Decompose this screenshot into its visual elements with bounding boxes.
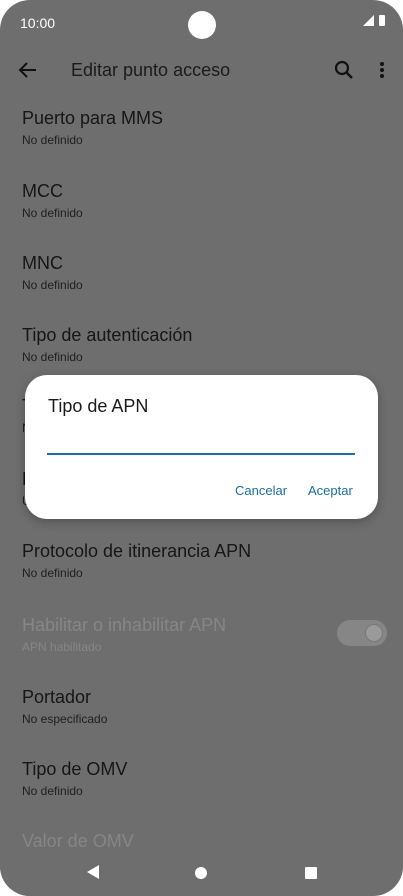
list-item-title: MNC bbox=[22, 253, 63, 273]
apn-type-dialog: Tipo de APN Cancelar Aceptar bbox=[25, 375, 378, 519]
battery-icon bbox=[379, 15, 385, 26]
list-item-mms-port[interactable]: Puerto para MMS No definido bbox=[22, 108, 381, 168]
app-bar: Editar punto acceso bbox=[0, 48, 403, 94]
list-item-enable-apn: Habilitar o inhabilitar APN APN habilita… bbox=[22, 615, 381, 675]
navigation-bar bbox=[0, 852, 403, 896]
signal-icon bbox=[363, 15, 374, 26]
phone-screen: 10:00 Editar punto acceso Puerto para MM… bbox=[0, 0, 403, 896]
list-item-subtitle: No definido bbox=[22, 350, 83, 364]
status-time: 10:00 bbox=[20, 15, 56, 31]
list-item-mvno-type[interactable]: Tipo de OMV No definido bbox=[22, 759, 381, 819]
list-item-title: Valor de OMV bbox=[22, 831, 134, 851]
nav-back-icon[interactable] bbox=[85, 864, 101, 880]
list-item-mcc[interactable]: MCC No definido bbox=[22, 181, 381, 241]
toggle-knob bbox=[365, 624, 383, 642]
more-options-icon[interactable] bbox=[372, 58, 392, 82]
nav-recents-icon[interactable] bbox=[305, 867, 317, 879]
list-item-title: MCC bbox=[22, 181, 63, 201]
nav-home-icon[interactable] bbox=[195, 867, 207, 879]
list-item-roaming-protocol[interactable]: Protocolo de itinerancia APN No definido bbox=[22, 541, 381, 601]
page-title: Editar punto acceso bbox=[71, 60, 231, 80]
list-item-title: Habilitar o inhabilitar APN bbox=[22, 615, 227, 635]
search-icon[interactable] bbox=[332, 58, 356, 82]
list-item-subtitle: No definido bbox=[22, 566, 83, 580]
list-item-title: Tipo de autenticación bbox=[22, 325, 193, 345]
status-bar: 10:00 bbox=[0, 0, 403, 46]
list-item-subtitle: No definido bbox=[22, 206, 83, 220]
list-item-subtitle: No definido bbox=[22, 133, 83, 147]
list-item-subtitle: No especificado bbox=[22, 712, 108, 726]
list-item-mnc[interactable]: MNC No definido bbox=[22, 253, 381, 313]
list-item-subtitle: No definido bbox=[22, 784, 83, 798]
dialog-title: Tipo de APN bbox=[48, 396, 149, 416]
list-item-title: Tipo de OMV bbox=[22, 759, 128, 779]
status-icons bbox=[363, 15, 385, 26]
camera-cutout bbox=[188, 11, 216, 39]
list-item-title: Puerto para MMS bbox=[22, 108, 164, 128]
cancel-button[interactable]: Cancelar bbox=[235, 483, 287, 498]
list-item-bearer[interactable]: Portador No especificado bbox=[22, 687, 381, 747]
list-item-subtitle: APN habilitado bbox=[22, 640, 102, 654]
ok-button[interactable]: Aceptar bbox=[308, 483, 353, 498]
list-item-title: Portador bbox=[22, 687, 92, 707]
back-arrow-icon[interactable] bbox=[16, 58, 40, 82]
apn-type-input[interactable] bbox=[47, 425, 355, 455]
enable-apn-toggle bbox=[337, 620, 387, 646]
list-item-title: Protocolo de itinerancia APN bbox=[22, 541, 252, 561]
list-item-subtitle: No definido bbox=[22, 278, 83, 292]
